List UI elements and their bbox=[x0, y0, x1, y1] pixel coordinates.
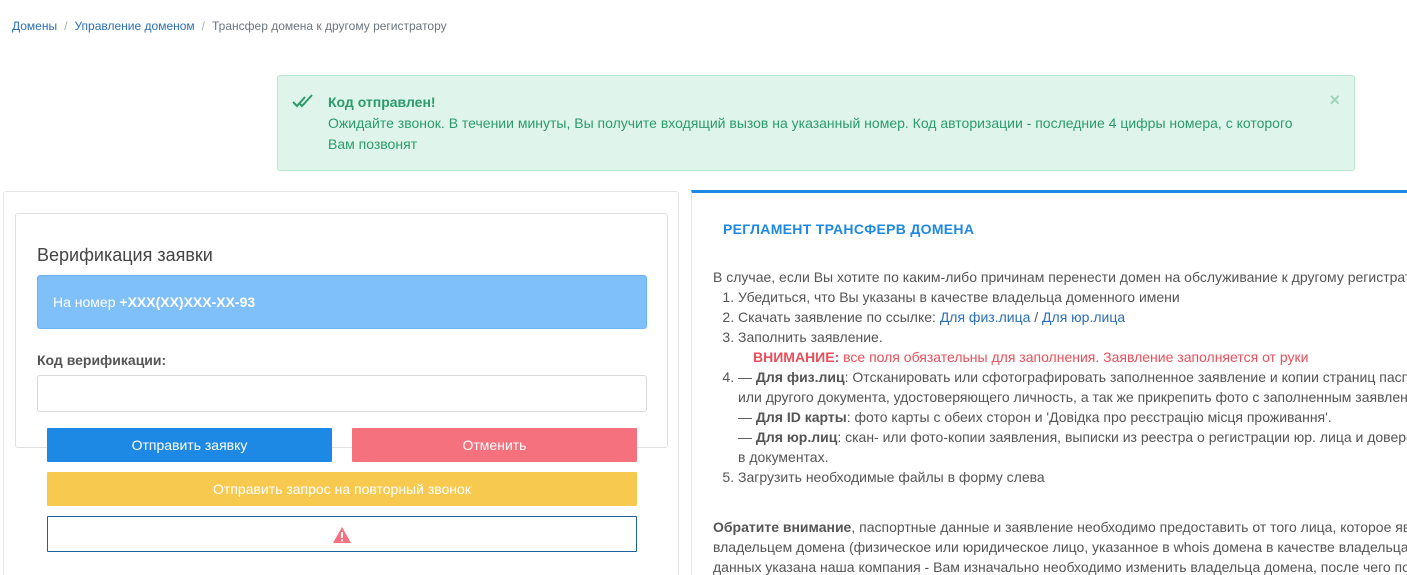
breadcrumb-current: Трансфер домена к другому регистратору bbox=[212, 19, 447, 33]
note-text: , паспортные данные и заявление необходи… bbox=[851, 519, 1407, 535]
cancel-button[interactable]: Отменить bbox=[352, 428, 637, 462]
phone-number: +XXX(XX)XXX-XX-93 bbox=[119, 294, 256, 310]
rules-body: В случае, если Вы хотите по каким-либо п… bbox=[713, 267, 1407, 575]
warning-icon bbox=[333, 527, 351, 543]
rules-intro: В случае, если Вы хотите по каким-либо п… bbox=[713, 269, 1407, 285]
phone-prefix: На номер bbox=[53, 294, 120, 310]
request-recall-button[interactable]: Отправить запрос на повторный звонок bbox=[47, 472, 637, 506]
success-alert: Код отправлен! Ожидайте звонок. В течени… bbox=[277, 75, 1355, 171]
send-request-button[interactable]: Отправить заявку bbox=[47, 428, 332, 462]
step4-id-label: Для ID карты bbox=[755, 409, 847, 425]
step4-jur-cont: в документах. bbox=[738, 449, 829, 465]
link-phys-person[interactable]: Для физ.лица bbox=[940, 309, 1031, 325]
breadcrumb-link-domain-management[interactable]: Управление доменом bbox=[74, 19, 194, 33]
step4-dash: — bbox=[738, 369, 756, 385]
step4-text: : Отсканировать или сфотографировать зап… bbox=[844, 369, 1407, 385]
code-label: Код верификации: bbox=[37, 352, 167, 368]
step4-cont: или другого документа, удостоверяющего л… bbox=[738, 389, 1407, 405]
step4-id-dash: — bbox=[738, 409, 756, 425]
attention-text: все поля обязательны для заполнения. Зая… bbox=[839, 349, 1309, 365]
alert-title: Код отправлен! bbox=[328, 94, 436, 110]
step2-text: Скачать заявление по ссылке: bbox=[738, 309, 940, 325]
breadcrumb-separator: / bbox=[201, 19, 206, 33]
step4-jur-text: : скан- или фото-копии заявления, выписк… bbox=[837, 429, 1407, 445]
breadcrumb-separator: / bbox=[64, 19, 68, 33]
verification-code-input[interactable] bbox=[37, 375, 647, 412]
verification-card: Верификация заявки На номер +XXX(XX)XXX-… bbox=[15, 213, 668, 448]
step4-id: — Для ID карты: фото карты с обеих сторо… bbox=[738, 407, 1407, 427]
rules-step-5: Загрузить необходимые файлы в форму слев… bbox=[738, 467, 1407, 487]
rules-step-4: — Для физ.лиц: Отсканировать или сфотогр… bbox=[738, 367, 1407, 467]
rules-steps: Убедиться, что Вы указаны в качестве вла… bbox=[713, 287, 1407, 487]
step4-id-text: : фото карты с обеих сторон и 'Довідка п… bbox=[846, 409, 1332, 425]
attention-label: ВНИМАНИЕ: bbox=[753, 349, 840, 365]
breadcrumb: Домены / Управление доменом / Трансфер домен… bbox=[12, 19, 447, 33]
alert-message: Ожидайте звонок. В течении минуты, Вы по… bbox=[328, 115, 1293, 152]
step4-jur-label: Для юр.лиц bbox=[755, 429, 838, 445]
note-label: Обратите внимание bbox=[713, 519, 852, 535]
step3-text: Заполнить заявление. bbox=[738, 329, 883, 345]
step4-label: Для физ.лиц bbox=[755, 369, 845, 385]
link-separator: / bbox=[1030, 309, 1043, 325]
double-check-icon bbox=[292, 94, 313, 108]
rules-step-3: Заполнить заявление. ВНИМАНИЕ: все поля … bbox=[738, 327, 1407, 367]
phone-info-box: На номер +XXX(XX)XXX-XX-93 bbox=[37, 275, 647, 329]
step4-jur: — Для юр.лиц: скан- или фото-копии заявл… bbox=[738, 427, 1407, 447]
breadcrumb-link-domains[interactable]: Домены bbox=[12, 19, 57, 33]
rules-note: Обратите внимание, паспортные данные и з… bbox=[713, 517, 1407, 575]
transfer-rules-panel: РЕГЛАМЕНТ ТРАНСФЕРВ ДОМЕНА В случае, есл… bbox=[691, 190, 1407, 575]
step4-jur-dash: — bbox=[738, 429, 756, 445]
note-line-2: владельцем домена (физическое или юридич… bbox=[713, 539, 1407, 555]
close-icon[interactable]: × bbox=[1329, 90, 1340, 111]
rules-step-1: Убедиться, что Вы указаны в качестве вла… bbox=[738, 287, 1407, 307]
verification-panel: Верификация заявки На номер +XXX(XX)XXX-… bbox=[3, 191, 679, 575]
note-line-3: данных указана наша компания - Вам изнач… bbox=[713, 559, 1407, 575]
verification-title: Верификация заявки bbox=[37, 245, 213, 265]
rules-step-2: Скачать заявление по ссылке: Для физ.лиц… bbox=[738, 307, 1407, 327]
warning-button[interactable] bbox=[47, 516, 637, 552]
link-legal-entity[interactable]: Для юр.лица bbox=[1042, 309, 1125, 325]
attention-note: ВНИМАНИЕ: все поля обязательны для запол… bbox=[738, 347, 1407, 367]
rules-title: РЕГЛАМЕНТ ТРАНСФЕРВ ДОМЕНА bbox=[723, 221, 975, 237]
